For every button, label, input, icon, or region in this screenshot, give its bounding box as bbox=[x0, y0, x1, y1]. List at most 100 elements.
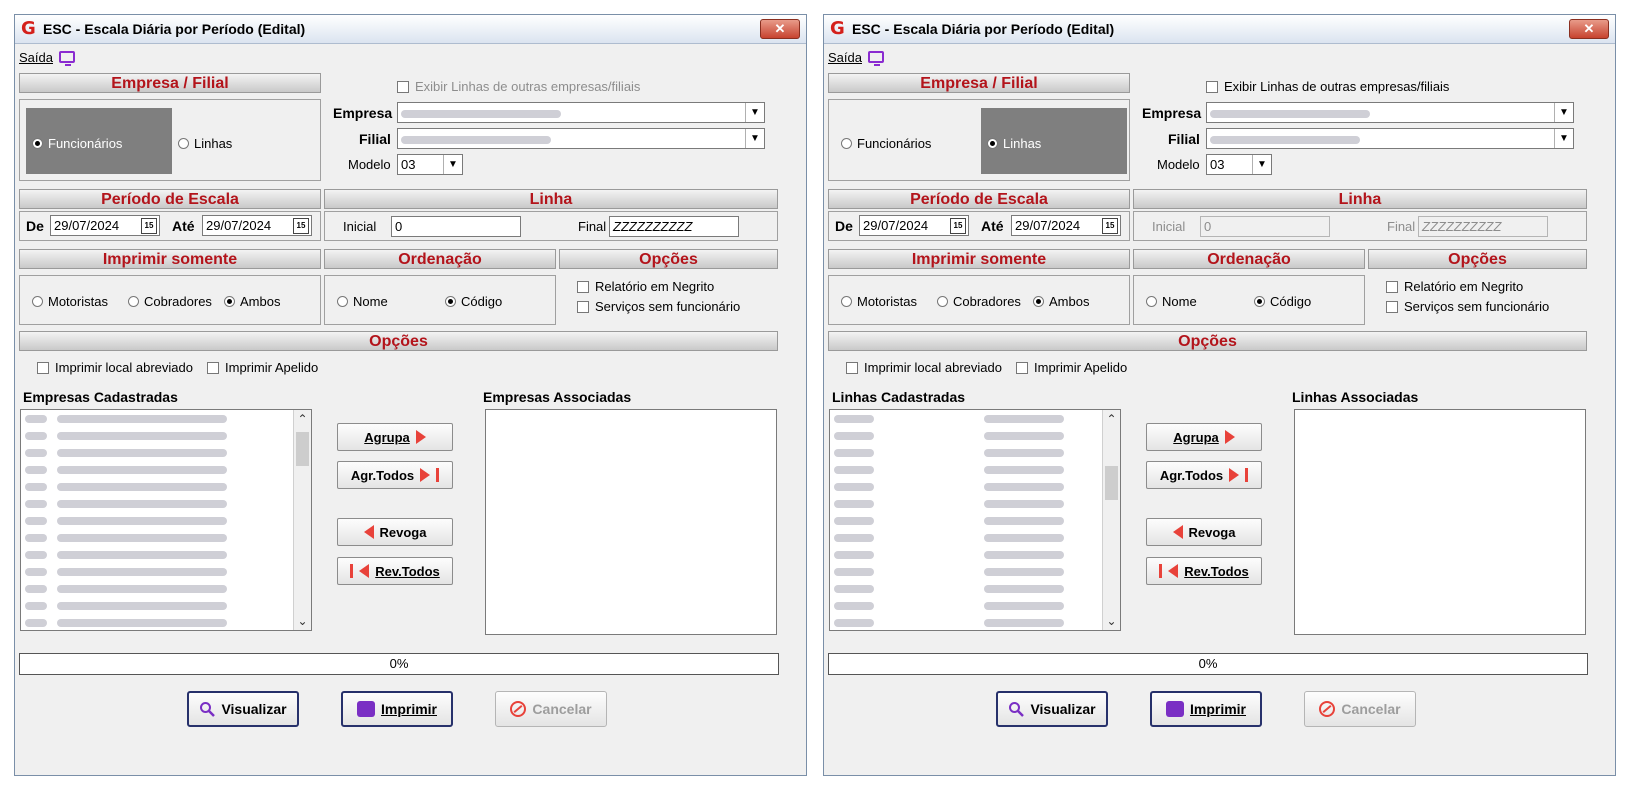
calendar-icon[interactable]: 15 bbox=[141, 218, 157, 234]
radio-nome[interactable]: Nome bbox=[337, 294, 388, 309]
available-list[interactable]: ⌃ ⌄ bbox=[20, 409, 312, 631]
radio-codigo[interactable]: Código bbox=[1254, 294, 1311, 309]
final-field[interactable]: ZZZZZZZZZZ bbox=[1418, 216, 1548, 237]
de-date-field[interactable]: 29/07/2024 15 bbox=[50, 215, 160, 236]
list-item[interactable] bbox=[21, 478, 311, 495]
calendar-icon[interactable]: 15 bbox=[950, 218, 966, 234]
list-item[interactable] bbox=[830, 512, 1120, 529]
modelo-select[interactable]: 03 ▼ bbox=[1206, 154, 1272, 175]
checkbox-imprimir-local[interactable]: Imprimir local abreviado bbox=[846, 360, 1002, 375]
radio-nome[interactable]: Nome bbox=[1146, 294, 1197, 309]
list-item[interactable] bbox=[830, 597, 1120, 614]
radio-motoristas[interactable]: Motoristas bbox=[841, 294, 917, 309]
checkbox-exibir-outras[interactable]: Exibir Linhas de outras empresas/filiais bbox=[1206, 79, 1449, 94]
radio-cobradores[interactable]: Cobradores bbox=[937, 294, 1021, 309]
radio-linhas[interactable]: Linhas bbox=[178, 136, 232, 151]
scroll-up-icon[interactable]: ⌃ bbox=[1103, 412, 1120, 426]
list-item[interactable] bbox=[830, 563, 1120, 580]
close-button[interactable]: ✕ bbox=[1569, 19, 1609, 39]
list-item[interactable] bbox=[21, 461, 311, 478]
list-item[interactable] bbox=[21, 495, 311, 512]
checkbox-imprimir-local[interactable]: Imprimir local abreviado bbox=[37, 360, 193, 375]
checkbox-imprimir-apelido[interactable]: Imprimir Apelido bbox=[207, 360, 318, 375]
list-item[interactable] bbox=[830, 580, 1120, 597]
rev-todos-button[interactable]: Rev.Todos bbox=[1146, 557, 1262, 585]
list-item[interactable] bbox=[21, 563, 311, 580]
rev-todos-button[interactable]: Rev.Todos bbox=[337, 557, 453, 585]
revoga-button[interactable]: Revoga bbox=[337, 518, 453, 546]
chevron-down-icon[interactable]: ▼ bbox=[745, 129, 764, 148]
scroll-down-icon[interactable]: ⌄ bbox=[1103, 614, 1120, 628]
ate-date-field[interactable]: 29/07/2024 15 bbox=[1011, 215, 1121, 236]
list-item[interactable] bbox=[21, 512, 311, 529]
cancelar-button[interactable]: Cancelar bbox=[495, 691, 607, 727]
list-item[interactable] bbox=[21, 529, 311, 546]
associated-list[interactable] bbox=[485, 409, 777, 635]
radio-ambos[interactable]: Ambos bbox=[224, 294, 280, 309]
visualizar-button[interactable]: Visualizar bbox=[996, 691, 1108, 727]
checkbox-relatorio-negrito[interactable]: Relatório em Negrito bbox=[1386, 279, 1523, 294]
de-date-field[interactable]: 29/07/2024 15 bbox=[859, 215, 969, 236]
calendar-icon[interactable]: 15 bbox=[293, 218, 309, 234]
scroll-down-icon[interactable]: ⌄ bbox=[294, 614, 311, 628]
list-item[interactable] bbox=[830, 461, 1120, 478]
revoga-button[interactable]: Revoga bbox=[1146, 518, 1262, 546]
list-item[interactable] bbox=[830, 546, 1120, 563]
available-list[interactable]: ⌃ ⌄ bbox=[829, 409, 1121, 631]
list-item[interactable] bbox=[21, 444, 311, 461]
chevron-down-icon[interactable]: ▼ bbox=[443, 155, 462, 174]
chevron-down-icon[interactable]: ▼ bbox=[1554, 103, 1573, 122]
filial-select[interactable]: ▼ bbox=[397, 128, 765, 149]
agr-todos-button[interactable]: Agr.Todos bbox=[337, 461, 453, 489]
scroll-thumb[interactable] bbox=[1105, 466, 1118, 500]
modelo-select[interactable]: 03 ▼ bbox=[397, 154, 463, 175]
menu-saida[interactable]: Saída bbox=[828, 50, 862, 65]
vertical-scrollbar[interactable]: ⌃ ⌄ bbox=[1102, 410, 1120, 630]
visualizar-button[interactable]: Visualizar bbox=[187, 691, 299, 727]
empresa-select[interactable]: ▼ bbox=[397, 102, 765, 123]
agrupa-button[interactable]: Agrupa bbox=[1146, 423, 1262, 451]
scroll-up-icon[interactable]: ⌃ bbox=[294, 412, 311, 426]
cancelar-button[interactable]: Cancelar bbox=[1304, 691, 1416, 727]
close-button[interactable]: ✕ bbox=[760, 19, 800, 39]
radio-funcionarios[interactable]: Funcionários bbox=[32, 136, 122, 151]
list-item[interactable] bbox=[21, 597, 311, 614]
list-item[interactable] bbox=[830, 478, 1120, 495]
list-item[interactable] bbox=[830, 410, 1120, 427]
scroll-thumb[interactable] bbox=[296, 432, 309, 466]
calendar-icon[interactable]: 15 bbox=[1102, 218, 1118, 234]
agr-todos-button[interactable]: Agr.Todos bbox=[1146, 461, 1262, 489]
agrupa-button[interactable]: Agrupa bbox=[337, 423, 453, 451]
checkbox-servicos-sem-funcionario[interactable]: Serviços sem funcionário bbox=[577, 299, 740, 314]
screen-icon[interactable] bbox=[867, 51, 884, 66]
final-field[interactable]: ZZZZZZZZZZ bbox=[609, 216, 739, 237]
list-item[interactable] bbox=[21, 410, 311, 427]
imprimir-button[interactable]: Imprimir bbox=[341, 691, 453, 727]
list-item[interactable] bbox=[830, 614, 1120, 630]
radio-ambos[interactable]: Ambos bbox=[1033, 294, 1089, 309]
ate-date-field[interactable]: 29/07/2024 15 bbox=[202, 215, 312, 236]
list-item[interactable] bbox=[830, 529, 1120, 546]
radio-motoristas[interactable]: Motoristas bbox=[32, 294, 108, 309]
filial-select[interactable]: ▼ bbox=[1206, 128, 1574, 149]
list-item[interactable] bbox=[21, 546, 311, 563]
empresa-select[interactable]: ▼ bbox=[1206, 102, 1574, 123]
list-item[interactable] bbox=[21, 427, 311, 444]
radio-funcionarios[interactable]: Funcionários bbox=[841, 136, 931, 151]
list-item[interactable] bbox=[830, 444, 1120, 461]
screen-icon[interactable] bbox=[58, 51, 75, 66]
radio-linhas[interactable]: Linhas bbox=[987, 136, 1041, 151]
checkbox-exibir-outras[interactable]: Exibir Linhas de outras empresas/filiais bbox=[397, 79, 640, 94]
chevron-down-icon[interactable]: ▼ bbox=[1554, 129, 1573, 148]
radio-codigo[interactable]: Código bbox=[445, 294, 502, 309]
imprimir-button[interactable]: Imprimir bbox=[1150, 691, 1262, 727]
associated-list[interactable] bbox=[1294, 409, 1586, 635]
list-item[interactable] bbox=[830, 495, 1120, 512]
checkbox-relatorio-negrito[interactable]: Relatório em Negrito bbox=[577, 279, 714, 294]
checkbox-imprimir-apelido[interactable]: Imprimir Apelido bbox=[1016, 360, 1127, 375]
list-item[interactable] bbox=[21, 614, 311, 630]
chevron-down-icon[interactable]: ▼ bbox=[745, 103, 764, 122]
checkbox-servicos-sem-funcionario[interactable]: Serviços sem funcionário bbox=[1386, 299, 1549, 314]
list-item[interactable] bbox=[830, 427, 1120, 444]
menu-saida[interactable]: Saída bbox=[19, 50, 53, 65]
